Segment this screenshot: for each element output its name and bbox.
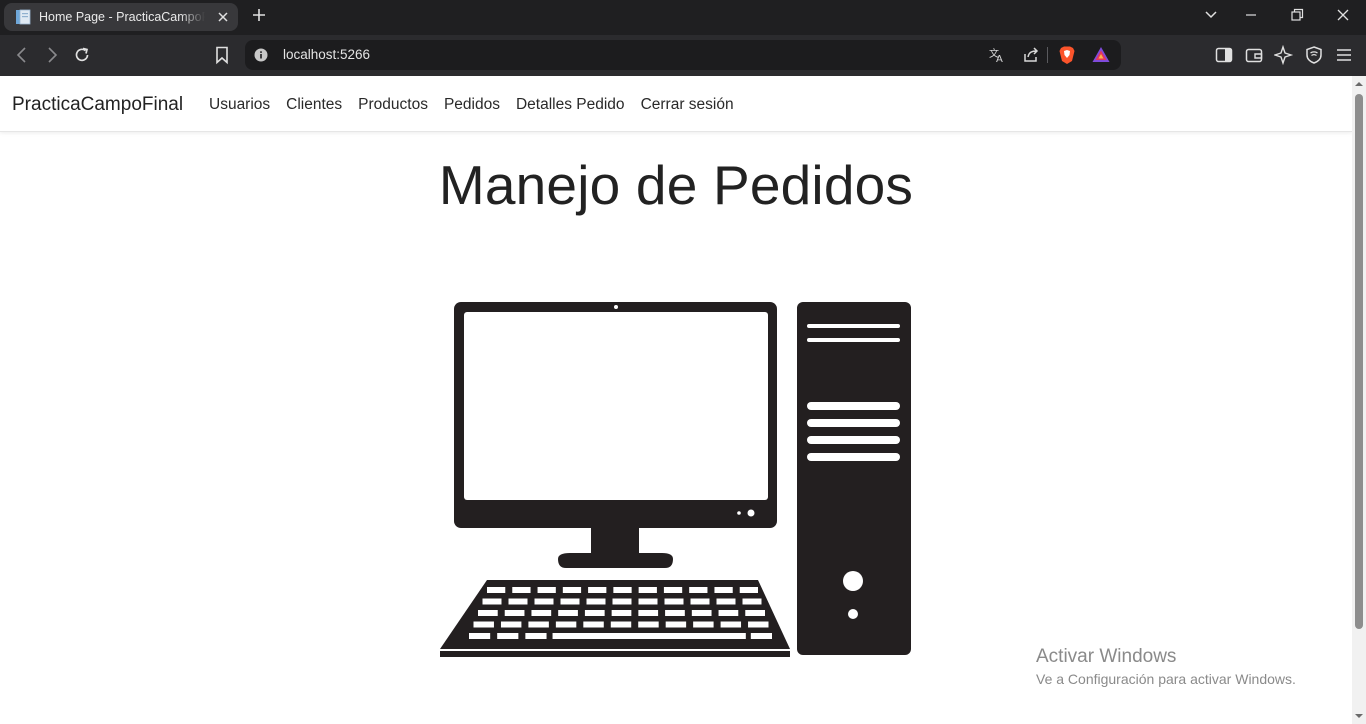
brave-rewards-icon[interactable] xyxy=(1091,45,1111,65)
scroll-down-arrow-icon[interactable] xyxy=(1355,712,1363,720)
nav-link-detalles-pedido[interactable]: Detalles Pedido xyxy=(508,95,633,115)
page-title: Manejo de Pedidos xyxy=(438,154,914,216)
browser-tab[interactable]: Home Page - PracticaCampoFinal xyxy=(4,3,238,31)
tab-title: Home Page - PracticaCampoFinal xyxy=(39,10,205,24)
page-scrollbar[interactable] xyxy=(1352,76,1366,724)
nav-links: Usuarios Clientes Productos Pedidos Deta… xyxy=(201,95,742,115)
nav-link-productos[interactable]: Productos xyxy=(350,95,436,115)
web-page: PracticaCampoFinal Usuarios Clientes Pro… xyxy=(0,76,1352,724)
vpn-shield-icon[interactable] xyxy=(1304,45,1324,65)
translate-icon[interactable]: 文 A xyxy=(987,45,1007,65)
brave-shields-icon[interactable] xyxy=(1057,45,1077,65)
windows-activation-watermark: Activar Windows Ve a Configuración para … xyxy=(1036,646,1296,688)
browser-tab-bar: Home Page - PracticaCampoFinal xyxy=(0,0,1366,35)
tab-list-chevron-icon[interactable] xyxy=(1201,6,1221,24)
site-navbar: PracticaCampoFinal Usuarios Clientes Pro… xyxy=(0,76,1352,132)
back-arrow-icon[interactable] xyxy=(12,45,32,65)
nav-link-usuarios[interactable]: Usuarios xyxy=(201,95,278,115)
desktop-computer-icon xyxy=(440,302,911,657)
scroll-up-arrow-icon[interactable] xyxy=(1355,80,1363,88)
site-brand[interactable]: PracticaCampoFinal xyxy=(12,93,183,117)
watermark-title: Activar Windows xyxy=(1036,646,1177,667)
address-bar-divider xyxy=(1047,47,1048,63)
wallet-icon[interactable] xyxy=(1244,45,1264,65)
url-text: localhost:5266 xyxy=(283,47,371,62)
leo-ai-icon[interactable] xyxy=(1274,45,1294,65)
bookmark-icon[interactable] xyxy=(212,45,232,65)
address-bar[interactable]: localhost:5266 文 A xyxy=(245,40,1121,70)
browser-toolbar: localhost:5266 文 A xyxy=(0,35,1366,76)
page-favicon-icon xyxy=(16,9,31,25)
minimize-window-icon[interactable] xyxy=(1241,6,1261,24)
new-tab-icon[interactable] xyxy=(250,6,268,24)
site-info-icon[interactable] xyxy=(254,48,268,62)
nav-link-pedidos[interactable]: Pedidos xyxy=(436,95,508,115)
close-window-icon[interactable] xyxy=(1333,6,1353,24)
restore-window-icon[interactable] xyxy=(1287,6,1307,24)
svg-text:A: A xyxy=(996,54,1003,65)
sidebar-toggle-icon[interactable] xyxy=(1214,45,1234,65)
share-icon[interactable] xyxy=(1021,45,1041,65)
nav-link-clientes[interactable]: Clientes xyxy=(278,95,350,115)
menu-hamburger-icon[interactable] xyxy=(1334,45,1354,65)
reload-icon[interactable] xyxy=(72,45,92,65)
close-tab-icon[interactable] xyxy=(215,9,231,25)
scrollbar-thumb[interactable] xyxy=(1355,94,1363,629)
forward-arrow-icon[interactable] xyxy=(42,45,62,65)
watermark-subtitle: Ve a Configuración para activar Windows. xyxy=(1036,671,1296,687)
nav-link-cerrar-sesion[interactable]: Cerrar sesión xyxy=(633,95,742,115)
